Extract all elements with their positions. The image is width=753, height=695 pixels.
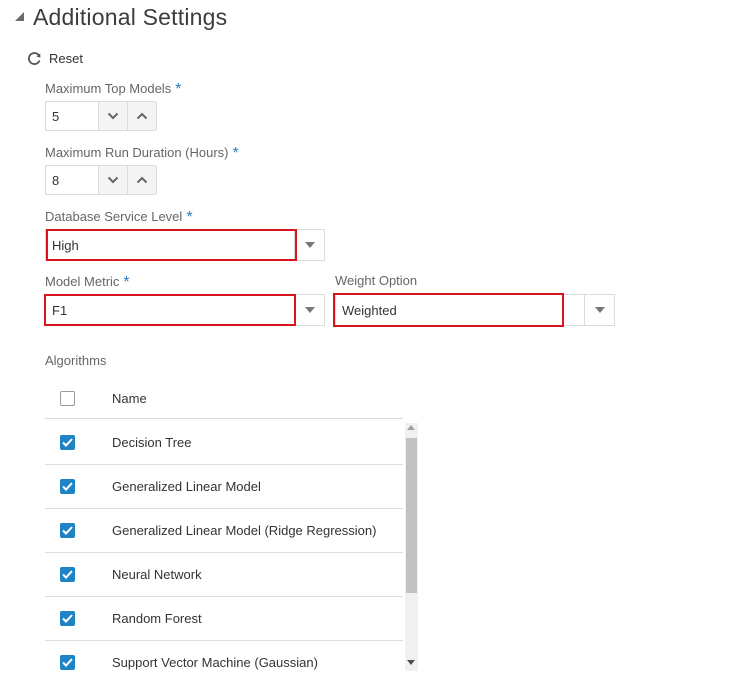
db-service-level-label-text: Database Service Level [45, 209, 183, 224]
section-title: Additional Settings [33, 4, 228, 30]
max-top-models-stepper[interactable]: 5 [45, 101, 157, 131]
weight-option-select[interactable]: Weighted [335, 294, 615, 326]
scrollbar-thumb[interactable] [406, 438, 417, 593]
table-header: Name [45, 378, 403, 419]
row-checkbox[interactable] [60, 435, 75, 450]
model-metric-label-text: Model Metric [45, 274, 120, 289]
max-run-duration-label: Maximum Run Duration (Hours) * [45, 144, 239, 162]
row-checkbox[interactable] [60, 655, 75, 670]
table-row[interactable]: Neural Network [45, 553, 403, 597]
algorithms-label: Algorithms [45, 353, 107, 368]
scroll-up-arrow-icon[interactable] [407, 425, 415, 430]
algorithm-name: Generalized Linear Model (Ridge Regressi… [112, 523, 377, 538]
chevron-down-icon [107, 176, 119, 184]
max-run-duration-label-text: Maximum Run Duration (Hours) [45, 145, 229, 160]
dropdown-button[interactable] [295, 294, 325, 326]
row-checkbox[interactable] [60, 479, 75, 494]
scroll-down-arrow-icon[interactable] [407, 660, 415, 665]
algorithm-name: Support Vector Machine (Gaussian) [112, 655, 318, 670]
increment-button[interactable] [127, 102, 156, 130]
weight-option-label: Weight Option [335, 273, 418, 288]
checkbox-cell [45, 523, 112, 538]
max-top-models-label: Maximum Top Models * [45, 80, 181, 98]
max-top-models-input[interactable]: 5 [46, 102, 98, 130]
row-checkbox[interactable] [60, 567, 75, 582]
required-marker: * [123, 274, 130, 291]
max-run-duration-stepper[interactable]: 8 [45, 165, 157, 195]
max-top-models-label-text: Maximum Top Models [45, 81, 172, 96]
checkmark-icon [62, 526, 73, 535]
algorithm-name: Decision Tree [112, 435, 192, 450]
decrement-button[interactable] [98, 166, 127, 194]
checkmark-icon [62, 482, 73, 491]
checkbox-cell [45, 567, 112, 582]
weight-option-value[interactable]: Weighted [335, 294, 585, 326]
chevron-up-icon [136, 176, 148, 184]
select-all-cell [45, 390, 112, 406]
checkbox-cell [45, 435, 112, 450]
checkbox-cell [45, 479, 112, 494]
chevron-up-icon [136, 112, 148, 120]
increment-button[interactable] [127, 166, 156, 194]
caret-down-icon [304, 307, 315, 313]
model-metric-label: Model Metric * [45, 273, 130, 291]
required-marker: * [186, 209, 193, 226]
checkbox-cell [45, 655, 112, 670]
required-marker: * [232, 145, 239, 162]
table-row[interactable]: Random Forest [45, 597, 403, 641]
dropdown-button[interactable] [585, 294, 615, 326]
table-row[interactable]: Decision Tree [45, 421, 403, 465]
max-run-duration-input[interactable]: 8 [46, 166, 98, 194]
checkbox-cell [45, 611, 112, 626]
table-row[interactable]: Support Vector Machine (Gaussian) [45, 641, 403, 673]
table-row[interactable]: Generalized Linear Model [45, 465, 403, 509]
db-service-level-label: Database Service Level * [45, 208, 193, 226]
checkmark-icon [62, 658, 73, 667]
reset-button[interactable]: Reset [26, 48, 83, 68]
row-checkbox[interactable] [60, 611, 75, 626]
column-header-name[interactable]: Name [112, 391, 147, 406]
checkmark-icon [62, 614, 73, 623]
algorithm-name: Generalized Linear Model [112, 479, 261, 494]
required-marker: * [175, 81, 182, 98]
chevron-down-icon [107, 112, 119, 120]
model-metric-value[interactable]: F1 [45, 294, 295, 326]
db-service-level-value[interactable]: High [45, 229, 295, 261]
table-row[interactable]: Generalized Linear Model (Ridge Regressi… [45, 509, 403, 553]
algorithm-name: Neural Network [112, 567, 202, 582]
decrement-button[interactable] [98, 102, 127, 130]
reset-label: Reset [49, 50, 83, 66]
model-metric-select[interactable]: F1 [45, 294, 325, 326]
select-all-checkbox[interactable] [60, 390, 75, 406]
caret-down-icon [594, 307, 605, 313]
checkmark-icon [62, 438, 73, 447]
caret-down-icon [304, 242, 315, 248]
dropdown-button[interactable] [295, 229, 325, 261]
db-service-level-select[interactable]: High [45, 229, 325, 261]
refresh-icon [28, 51, 41, 65]
algorithm-name: Random Forest [112, 611, 202, 626]
collapse-triangle-icon[interactable] [15, 12, 24, 21]
row-checkbox[interactable] [60, 523, 75, 538]
checkmark-icon [62, 570, 73, 579]
